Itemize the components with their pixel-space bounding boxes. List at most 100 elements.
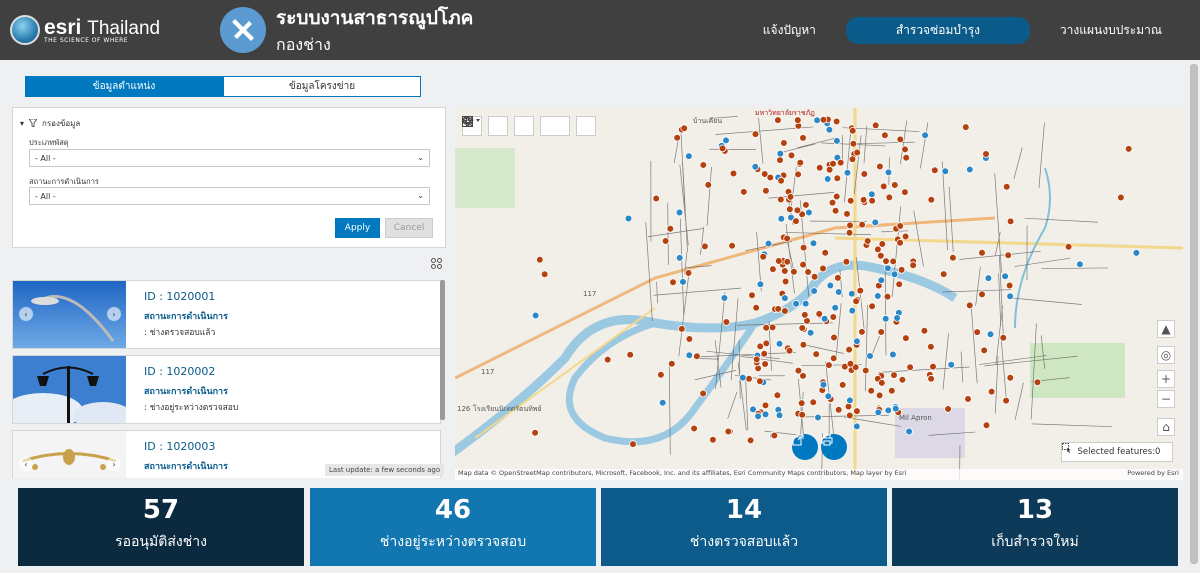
- asset-marker-red[interactable]: [693, 352, 701, 361]
- asset-marker-red[interactable]: [829, 354, 838, 363]
- asset-marker-red[interactable]: [701, 242, 709, 251]
- nav-budget-planning[interactable]: วางแผนงบประมาณ: [1040, 17, 1182, 44]
- asset-marker-red[interactable]: [1117, 193, 1125, 202]
- tab-network-data[interactable]: ข้อมูลโครงข่าย: [223, 76, 421, 97]
- asset-marker-red[interactable]: [722, 318, 731, 326]
- asset-marker-red[interactable]: [690, 424, 698, 433]
- asset-marker-red[interactable]: [890, 371, 898, 379]
- next-image-icon[interactable]: ›: [107, 457, 121, 471]
- asset-marker-blue[interactable]: [722, 136, 730, 145]
- asset-marker-red[interactable]: [853, 148, 862, 157]
- stat-inspecting[interactable]: 46 ช่างอยู่ระหว่างตรวจสอบ: [310, 488, 596, 566]
- asset-marker-red[interactable]: [810, 273, 819, 281]
- stat-pending-approval[interactable]: 57 รออนุมัติส่งช่าง: [18, 488, 304, 566]
- locate-icon[interactable]: ◎: [1157, 346, 1175, 364]
- asset-marker-red[interactable]: [902, 153, 911, 162]
- asset-marker-red[interactable]: [844, 402, 853, 411]
- asset-marker-red[interactable]: [877, 379, 886, 387]
- asset-marker-red[interactable]: [769, 265, 777, 273]
- asset-marker-red[interactable]: [804, 268, 812, 276]
- asset-marker-blue[interactable]: [834, 288, 843, 296]
- asset-marker-red[interactable]: [1004, 251, 1012, 260]
- asset-marker-red[interactable]: [909, 261, 917, 270]
- asset-marker-red[interactable]: [929, 362, 937, 371]
- asset-marker-red[interactable]: [834, 274, 842, 282]
- list-item[interactable]: ID : 1020002 สถานะการดำเนินการ : ช่างอยู…: [12, 355, 441, 424]
- asset-marker-red[interactable]: [845, 229, 854, 237]
- asset-marker-red[interactable]: [666, 225, 675, 233]
- asset-marker-blue[interactable]: [846, 396, 854, 405]
- asset-marker-red[interactable]: [773, 391, 782, 400]
- compass-icon[interactable]: ▲: [1157, 320, 1175, 338]
- asset-marker-red[interactable]: [848, 126, 857, 135]
- asset-marker-red[interactable]: [890, 181, 899, 189]
- asset-marker-blue[interactable]: [867, 190, 876, 198]
- asset-marker-red[interactable]: [1002, 396, 1010, 405]
- asset-marker-red[interactable]: [883, 292, 892, 301]
- asset-marker-red[interactable]: [930, 166, 939, 174]
- type-select[interactable]: - All - ⌄: [29, 149, 430, 167]
- asset-marker-blue[interactable]: [889, 350, 897, 359]
- asset-marker-red[interactable]: [793, 206, 802, 215]
- asset-marker-red[interactable]: [830, 333, 838, 342]
- asset-marker-red[interactable]: [896, 135, 905, 144]
- asset-marker-red[interactable]: [999, 334, 1008, 342]
- asset-marker-red[interactable]: [673, 133, 682, 142]
- layout-grid-icon[interactable]: [431, 258, 442, 272]
- asset-marker-red[interactable]: [927, 195, 936, 204]
- asset-marker-red[interactable]: [724, 427, 733, 436]
- asset-marker-blue[interactable]: [825, 125, 834, 134]
- share-icon[interactable]: [792, 434, 818, 460]
- asset-marker-red[interactable]: [762, 324, 771, 332]
- asset-marker-red[interactable]: [536, 255, 544, 264]
- asset-marker-red[interactable]: [834, 405, 843, 414]
- asset-marker-red[interactable]: [845, 411, 854, 420]
- asset-marker-red[interactable]: [871, 121, 880, 130]
- asset-marker-red[interactable]: [889, 257, 898, 266]
- stat-inspected[interactable]: 14 ช่างตรวจสอบแล้ว: [601, 488, 887, 566]
- asset-marker-blue[interactable]: [883, 264, 892, 273]
- list-item[interactable]: ‹ › ID : 1020001 สถานะการดำเนินการ : ช่า…: [12, 280, 441, 349]
- asset-marker-red[interactable]: [846, 196, 855, 205]
- asset-marker-blue[interactable]: [947, 360, 956, 369]
- asset-marker-blue[interactable]: [847, 290, 856, 298]
- asset-marker-red[interactable]: [980, 346, 988, 355]
- asset-marker-red[interactable]: [838, 381, 847, 389]
- asset-marker-red[interactable]: [699, 161, 708, 169]
- asset-marker-red[interactable]: [668, 359, 676, 368]
- asset-marker-blue[interactable]: [891, 404, 900, 413]
- asset-marker-red[interactable]: [704, 181, 713, 189]
- map-view[interactable]: บ้านเคียน มหาวิทยาลัยราชภัฏ 117 117 126 …: [455, 108, 1183, 480]
- asset-marker-red[interactable]: [759, 253, 768, 261]
- asset-marker-red[interactable]: [699, 389, 707, 398]
- asset-marker-blue[interactable]: [884, 168, 893, 177]
- asset-marker-red[interactable]: [868, 196, 876, 205]
- select-tool-icon[interactable]: [462, 116, 570, 136]
- asset-marker-red[interactable]: [944, 405, 952, 413]
- asset-marker-red[interactable]: [887, 386, 896, 395]
- prev-image-icon[interactable]: ‹: [19, 307, 33, 321]
- status-select[interactable]: - All - ⌄: [29, 187, 430, 205]
- asset-marker-red[interactable]: [680, 124, 689, 133]
- asset-marker-red[interactable]: [901, 188, 909, 196]
- asset-marker-red[interactable]: [785, 347, 794, 355]
- asset-marker-red[interactable]: [861, 366, 870, 375]
- cancel-button[interactable]: Cancel: [385, 218, 433, 238]
- asset-marker-red[interactable]: [768, 323, 777, 332]
- asset-marker-red[interactable]: [831, 207, 840, 215]
- asset-marker-red[interactable]: [895, 280, 904, 289]
- asset-marker-red[interactable]: [868, 302, 876, 311]
- asset-marker-red[interactable]: [774, 257, 783, 265]
- asset-marker-red[interactable]: [973, 328, 981, 336]
- asset-marker-red[interactable]: [678, 325, 686, 333]
- asset-marker-red[interactable]: [777, 176, 785, 185]
- asset-marker-red[interactable]: [846, 359, 855, 368]
- asset-marker-blue[interactable]: [1006, 292, 1014, 301]
- asset-marker-blue[interactable]: [820, 315, 829, 323]
- asset-marker-blue[interactable]: [685, 351, 694, 360]
- asset-marker-blue[interactable]: [685, 152, 693, 160]
- asset-marker-red[interactable]: [781, 307, 789, 315]
- asset-marker-blue[interactable]: [775, 411, 784, 420]
- asset-marker-red[interactable]: [881, 131, 889, 140]
- asset-marker-red[interactable]: [785, 205, 794, 213]
